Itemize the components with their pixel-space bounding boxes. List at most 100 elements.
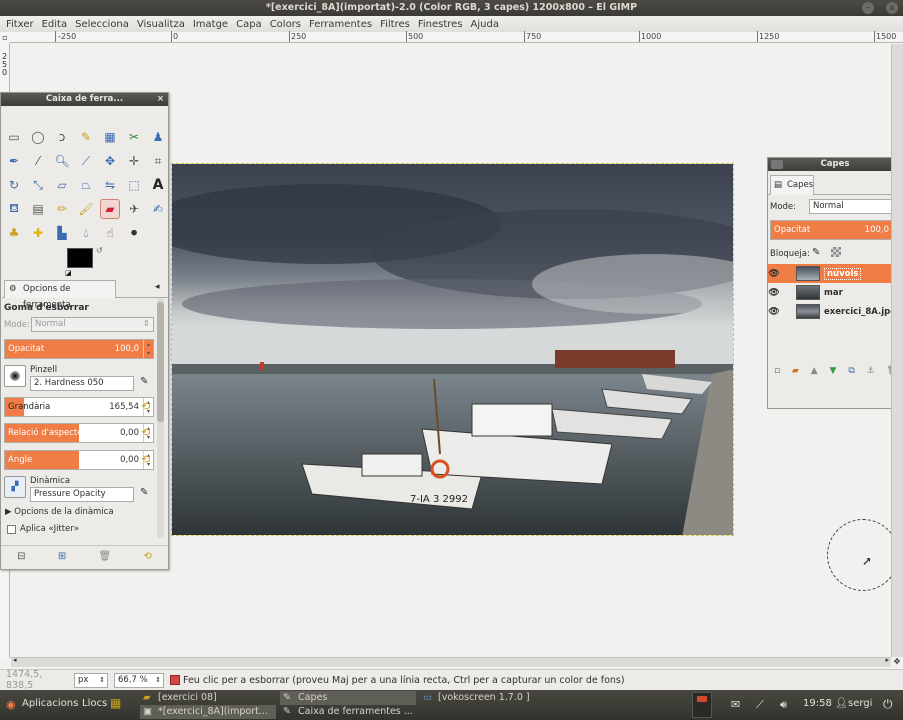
tab-layers[interactable]: ▤ Capes [770, 175, 814, 195]
brush-preview[interactable] [4, 365, 26, 387]
network-icon[interactable]: ⟋ [756, 698, 764, 712]
lock-alpha-icon[interactable] [831, 247, 841, 257]
align-icon[interactable]: ✛ [124, 151, 144, 171]
rotate-icon[interactable]: ↻ [4, 175, 24, 195]
reset-options-icon[interactable]: ⟲ [143, 551, 151, 562]
volume-icon[interactable]: 🔊︎ [780, 698, 787, 712]
raise-layer-icon[interactable]: ▲ [811, 366, 818, 376]
scale-icon[interactable]: ⤡ [28, 175, 48, 195]
menu-selecciona[interactable]: Selecciona [71, 19, 133, 30]
lower-layer-icon[interactable]: ▼ [830, 366, 837, 376]
jitter-checkbox[interactable] [7, 525, 16, 534]
delete-options-icon[interactable]: 🗑︎ [98, 551, 111, 562]
navigate-icon[interactable]: ✥ [891, 657, 903, 668]
fuzzy-select-icon[interactable]: ✎ [76, 127, 96, 147]
clone-icon[interactable]: ♣ [4, 223, 24, 243]
color-picker-icon[interactable]: ⁄ [28, 151, 48, 171]
eraser-icon[interactable]: ▰ [100, 199, 120, 219]
unit-select[interactable]: px ⇕ [74, 672, 108, 688]
menu-finestres[interactable]: Finestres [414, 19, 467, 30]
heal-icon[interactable]: ✚ [28, 223, 48, 243]
rect-select-icon[interactable]: ▭ [4, 127, 24, 147]
mode-select[interactable]: Normal ⇕ [31, 317, 154, 332]
dynamics-icon[interactable]: ▞ [4, 476, 26, 498]
blur-icon[interactable]: 💧︎ [76, 223, 96, 243]
pencil-icon[interactable]: ✏ [52, 199, 72, 219]
menu-ajuda[interactable]: Ajuda [467, 19, 503, 30]
scroll-right-icon[interactable]: ▸ [885, 656, 889, 664]
visibility-eye-icon[interactable]: 👁︎ [768, 307, 780, 317]
menu-filtres[interactable]: Filtres [376, 19, 414, 30]
free-select-icon[interactable]: ↄ [52, 127, 72, 147]
brush-field[interactable]: 2. Hardness 050 [30, 376, 134, 391]
user-name[interactable]: sergi [848, 698, 872, 709]
new-layer-icon[interactable]: ▫ [774, 366, 780, 376]
reset-size-icon[interactable]: ⟲ [141, 400, 150, 413]
places-menu[interactable]: Llocs [82, 698, 107, 709]
paths-icon[interactable]: ✒ [4, 151, 24, 171]
new-layer-group-icon[interactable]: ▰ [792, 366, 799, 376]
layers-dialog[interactable]: Capes × ▤ Capes ◂ Mode: Normal ⇕ Opacita… [767, 157, 903, 409]
dodge-burn-icon[interactable]: ⚫ [124, 223, 144, 243]
layers-titlebar[interactable]: Capes × [768, 158, 902, 171]
clock[interactable]: 19:58 [803, 698, 832, 709]
perspective-clone-icon[interactable]: ▙ [52, 223, 72, 243]
default-colors-icon[interactable]: ◪ [65, 269, 72, 277]
perspective-icon[interactable]: ⏢ [76, 175, 96, 195]
paintbrush-icon[interactable]: 🖌︎ [76, 199, 96, 219]
task-exercici08[interactable]: ▰ [exercici 08] [140, 691, 217, 705]
edit-brush-icon[interactable]: ✎ [140, 376, 148, 387]
launcher-icon[interactable]: ▦ [110, 696, 121, 710]
layer-name[interactable]: exercici_8A.jpg [824, 307, 896, 317]
edit-dynamics-icon[interactable]: ✎ [140, 487, 148, 498]
layer-opacity-slider[interactable]: Opacitat 100,0 ▴▾ [770, 220, 903, 240]
applications-menu[interactable]: Aplicacions [22, 698, 78, 709]
menu-colors[interactable]: Colors [266, 19, 305, 30]
bucket-fill-icon[interactable]: ⛾ [4, 199, 24, 219]
layer-row-base[interactable]: 👁︎ exercici_8A.jpg [768, 302, 903, 321]
move-icon[interactable]: ✥ [100, 151, 120, 171]
shear-icon[interactable]: ▱ [52, 175, 72, 195]
tab-tool-options[interactable]: ⚙ Opcions de ferramenta [4, 280, 116, 310]
task-vokoscreen[interactable]: ▭ [vokoscreen 1.7.0 ] [420, 691, 530, 705]
toolbox-dialog[interactable]: Caixa de ferra... × ▭ ◯ ↄ ✎ ▦ ✂ ♟ ✒ ⁄ 🔍︎… [0, 92, 169, 570]
vertical-scrollbar[interactable] [891, 44, 903, 657]
quick-mask-corner[interactable]: ▫ [0, 32, 10, 43]
options-scroll-thumb[interactable] [157, 302, 164, 422]
foreground-select-icon[interactable]: ♟ [148, 127, 168, 147]
task-capes[interactable]: ✎ Capes [280, 691, 416, 705]
scissors-icon[interactable]: ✂ [124, 127, 144, 147]
options-scrollbar[interactable] [157, 298, 164, 538]
horizontal-ruler[interactable]: -250 0 250 500 750 1000 1250 1500 [10, 31, 903, 43]
zoom-select[interactable]: 66,7 % ⇕ [114, 672, 164, 688]
menu-capa[interactable]: Capa [232, 19, 266, 30]
zoom-icon[interactable]: 🔍︎ [52, 151, 72, 171]
menu-ferramentes[interactable]: Ferramentes [305, 19, 376, 30]
image-photo[interactable]: 7-IA 3 2992 [171, 163, 734, 536]
cage-icon[interactable]: ⬚ [124, 175, 144, 195]
smudge-icon[interactable]: ☝ [100, 223, 120, 243]
angle-slider[interactable]: Angle 0,00 ▴ ▾ [4, 450, 154, 470]
text-tool-icon[interactable]: A [148, 175, 168, 195]
layer-name[interactable]: núvols [824, 267, 862, 280]
opacity-spin[interactable]: ▴ ▾ [143, 340, 153, 358]
aspect-slider[interactable]: Relació d'aspecte 0,00 ▴ ▾ [4, 423, 154, 443]
anchor-layer-icon[interactable]: ⚓ [867, 366, 875, 376]
save-options-icon[interactable]: ⊟ [17, 551, 25, 562]
swap-colors-icon[interactable]: ↺ [96, 246, 103, 255]
ellipse-select-icon[interactable]: ◯ [28, 127, 48, 147]
menu-visualitza[interactable]: Visualitza [133, 19, 189, 30]
airbrush-icon[interactable]: ✈ [124, 199, 144, 219]
gradient-icon[interactable]: ▤ [28, 199, 48, 219]
layer-row-mar[interactable]: 👁︎ mar [768, 283, 903, 302]
menu-imatge[interactable]: Imatge [189, 19, 232, 30]
lock-pixels-icon[interactable]: ✎ [812, 247, 820, 258]
restore-options-icon[interactable]: ⊞ [58, 551, 66, 562]
color-select-icon[interactable]: ▦ [100, 127, 120, 147]
reset-angle-icon[interactable]: ⟲ [141, 453, 150, 466]
tab-menu-icon[interactable]: ◂ [155, 282, 160, 292]
measure-icon[interactable]: ⟋ [76, 151, 96, 171]
layer-mode-select[interactable]: Normal ⇕ [809, 199, 903, 214]
power-icon[interactable]: ⏻ [883, 697, 893, 712]
duplicate-layer-icon[interactable]: ⧉ [848, 366, 854, 376]
